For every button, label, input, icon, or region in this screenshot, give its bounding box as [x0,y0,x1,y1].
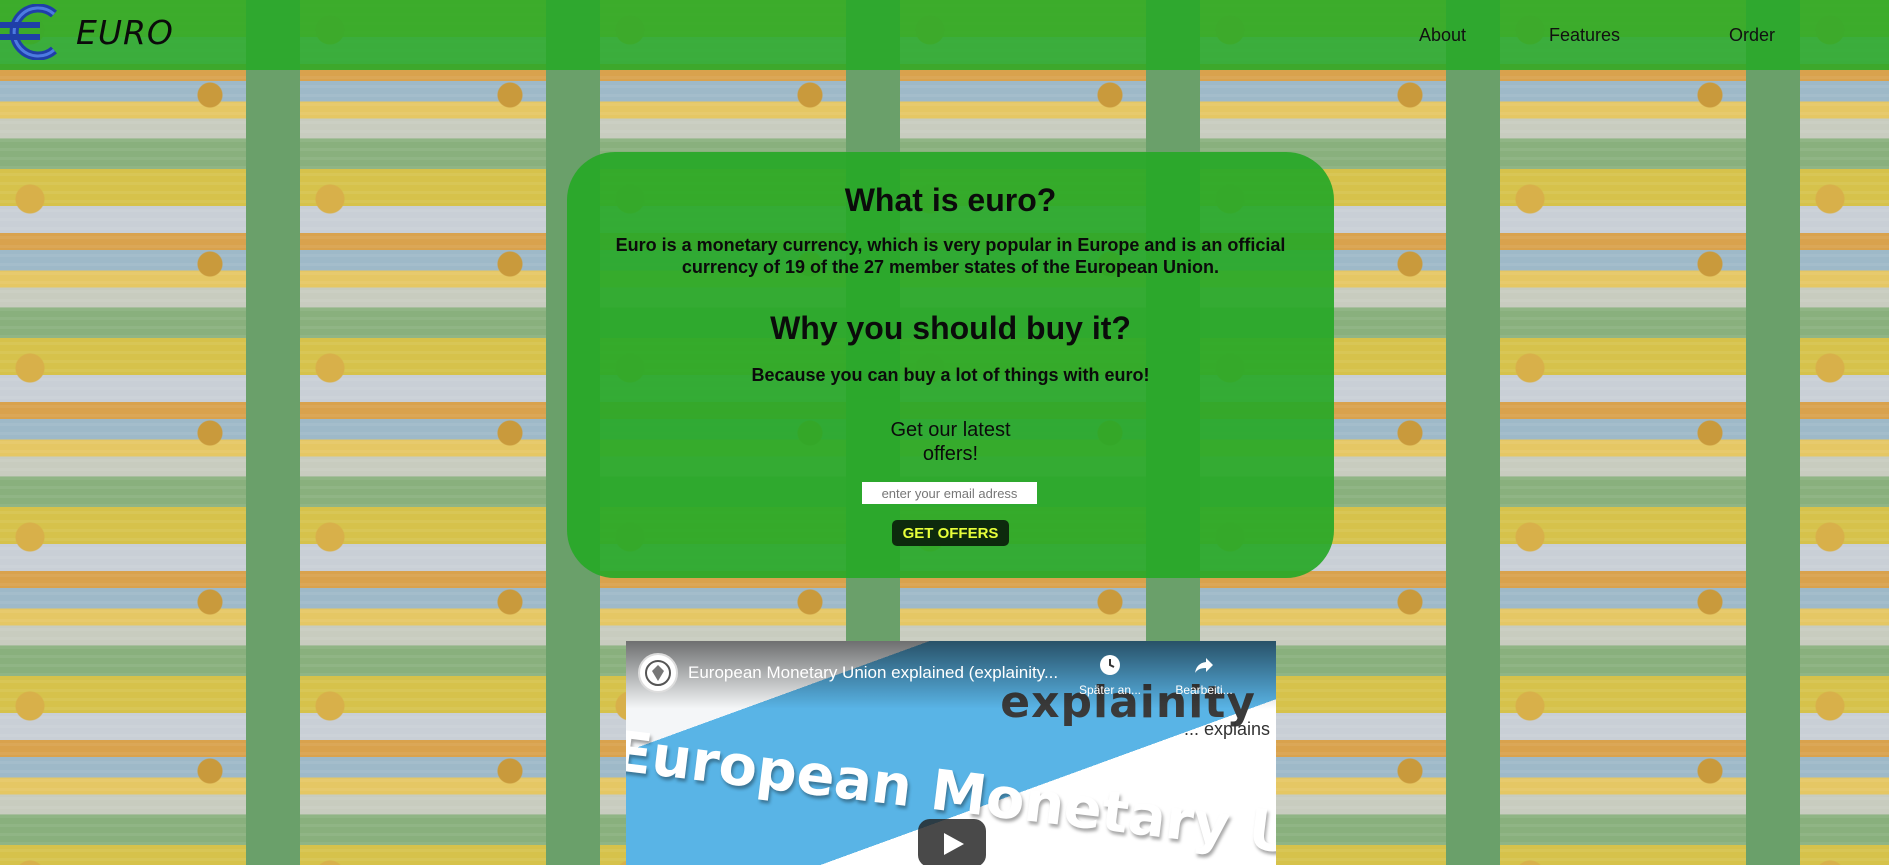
clock-icon [1100,655,1120,675]
video-brand-sub: ... explains [1183,719,1270,739]
card-description: Euro is a monetary currency, which is ve… [615,235,1286,277]
channel-avatar[interactable] [638,653,678,693]
watch-later-button[interactable]: Später an... [1078,651,1142,697]
video-embed[interactable]: European Monetary Union explainity ... e… [626,641,1276,865]
play-button[interactable] [918,819,986,865]
get-offers-button[interactable]: GET OFFERS [892,520,1009,546]
offers-heading: Get our latest offers! [890,419,1011,465]
video-actions: Später an... Bearbeiti... [1078,651,1236,697]
logo-text: EURO [76,12,174,52]
email-input[interactable] [862,482,1037,504]
nav-link-about[interactable]: About [1419,25,1466,46]
card-subtitle: Why you should buy it? [770,310,1131,346]
card-title: What is euro? [844,182,1057,218]
logo[interactable]: EURO [0,4,174,60]
channel-logo-icon [645,660,671,686]
nav-link-order[interactable]: Order [1729,25,1775,46]
header-bar: EURO About Features Order [0,0,1889,70]
info-card: What is euro? Euro is a monetary currenc… [567,152,1334,578]
euro-symbol-icon [0,4,57,60]
share-button[interactable]: Bearbeiti... [1172,651,1236,697]
video-title[interactable]: European Monetary Union explained (expla… [688,663,1058,683]
play-icon [944,833,964,855]
nav-link-features[interactable]: Features [1549,25,1620,46]
card-reason: Because you can buy a lot of things with… [751,365,1150,385]
share-label: Bearbeiti... [1175,683,1233,697]
watch-later-label: Später an... [1078,683,1142,697]
share-icon [1195,658,1213,673]
